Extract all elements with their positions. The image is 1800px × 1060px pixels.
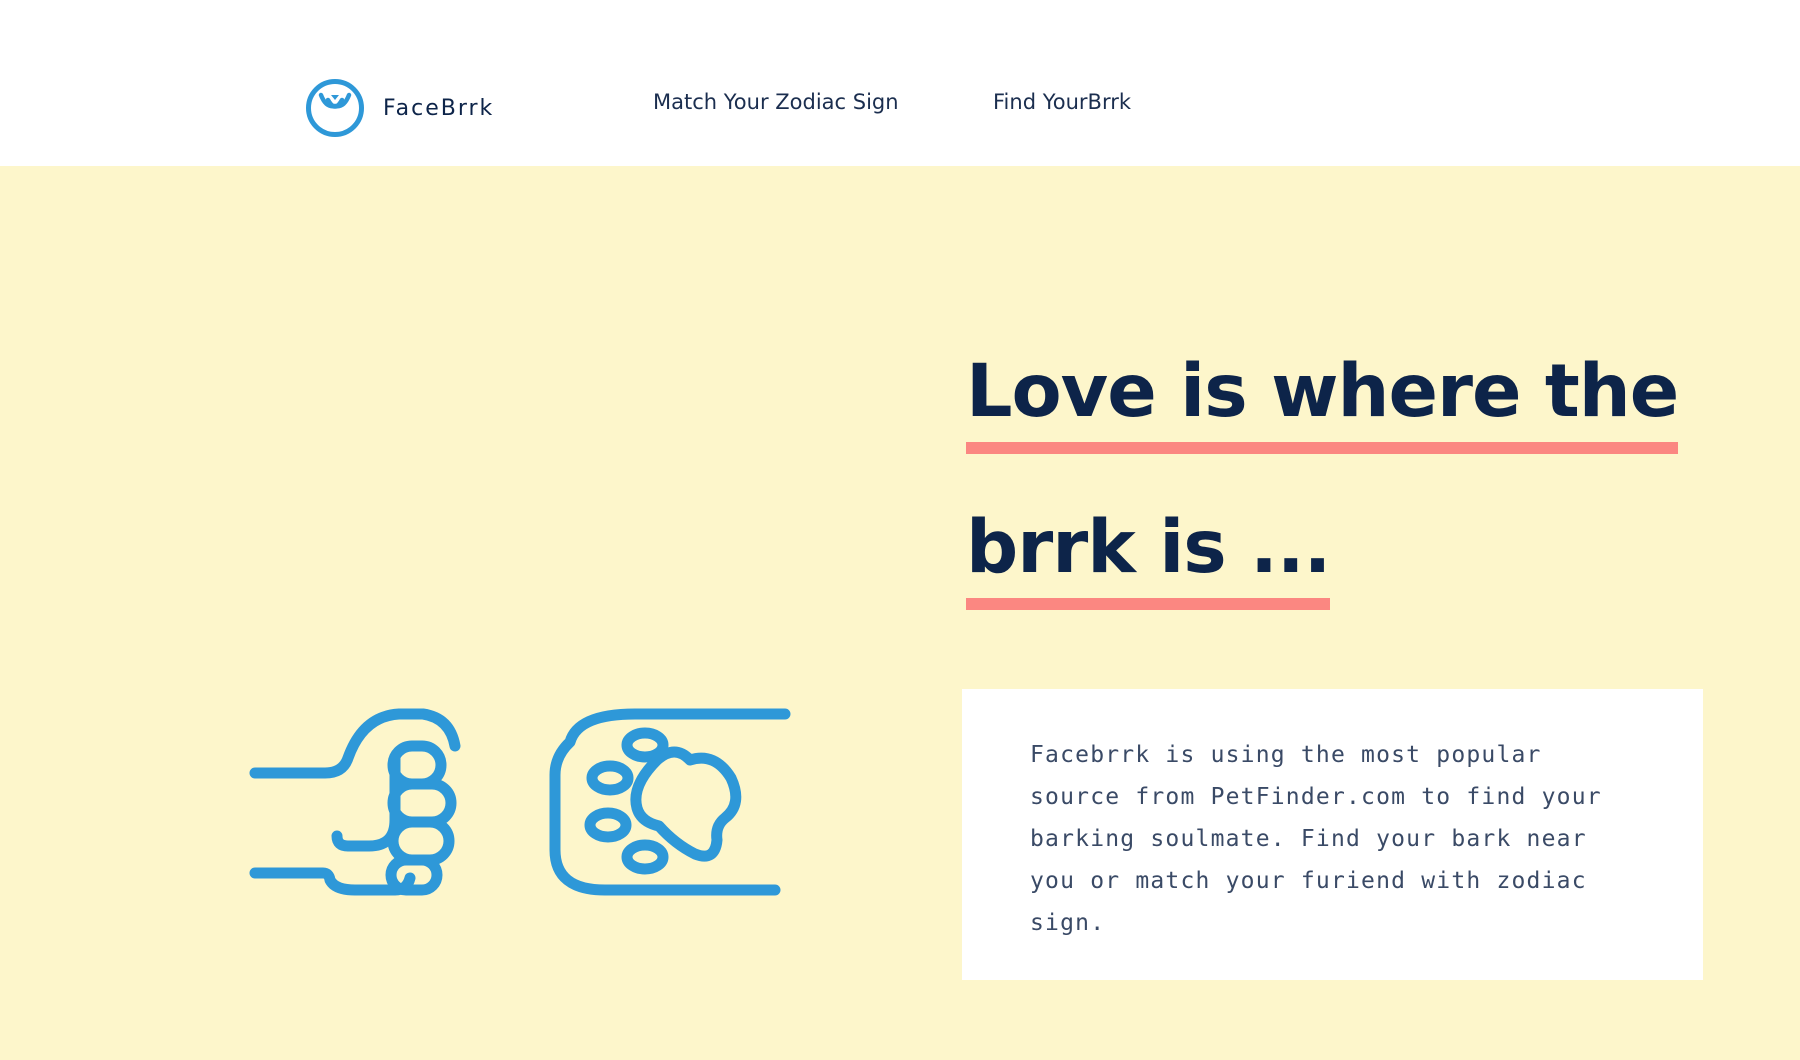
fist-icon bbox=[249, 708, 461, 896]
nav-link-find-yourbrrk[interactable]: Find YourBrrk bbox=[993, 90, 1131, 114]
brand-home-link[interactable]: FaceBrrk bbox=[305, 76, 494, 140]
headline-line-1: Love is where the bbox=[966, 355, 1679, 454]
site-header: FaceBrrk Match Your Zodiac Sign Find You… bbox=[0, 0, 1800, 166]
fist-bump-illustration bbox=[249, 708, 791, 896]
paw-icon bbox=[549, 708, 791, 896]
headline-line-2: brrk is ... bbox=[966, 511, 1331, 610]
intro-card: Facebrrk is using the most popular sourc… bbox=[962, 689, 1703, 980]
page: FaceBrrk Match Your Zodiac Sign Find You… bbox=[0, 0, 1800, 1060]
intro-text: Facebrrk is using the most popular sourc… bbox=[1030, 742, 1602, 936]
brand-name: FaceBrrk bbox=[383, 95, 495, 121]
nav-link-match-zodiac[interactable]: Match Your Zodiac Sign bbox=[653, 90, 899, 114]
dog-face-circle-icon bbox=[306, 79, 364, 137]
